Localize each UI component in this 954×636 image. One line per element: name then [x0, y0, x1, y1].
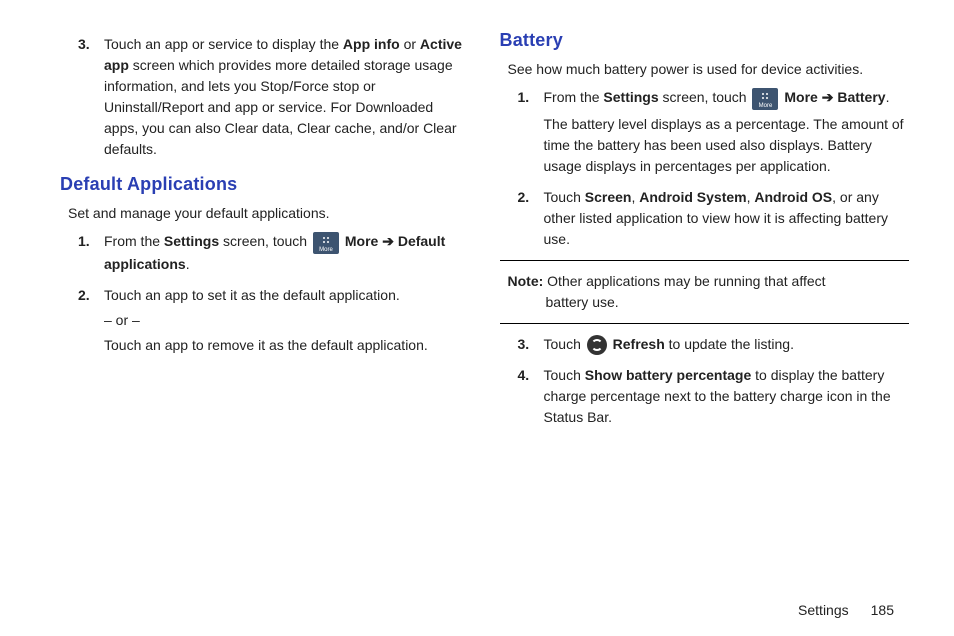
- list-number: 3.: [78, 34, 104, 160]
- divider: [500, 323, 910, 324]
- list-item: 2. Touch an app to set it as the default…: [78, 285, 470, 356]
- list-item: 3. Touch an app or service to display th…: [78, 34, 470, 160]
- list-number: 2.: [518, 187, 544, 250]
- note-text: battery use.: [546, 292, 902, 313]
- list-item: 3. Touch Refresh to update the listing.: [518, 334, 910, 355]
- list-text: Touch Refresh to update the listing.: [544, 334, 910, 355]
- list-text: Touch Screen, Android System, Android OS…: [544, 187, 910, 250]
- list-text: Touch an app to set it as the default ap…: [104, 285, 470, 356]
- list-number: 3.: [518, 334, 544, 355]
- divider: [500, 260, 910, 261]
- refresh-icon: [587, 335, 607, 355]
- page: 3. Touch an app or service to display th…: [0, 0, 954, 636]
- list-number: 1.: [518, 87, 544, 176]
- right-column: Battery See how much battery power is us…: [500, 30, 910, 616]
- list-item: 4. Touch Show battery percentage to disp…: [518, 365, 910, 428]
- footer-page-number: 185: [871, 602, 894, 618]
- note-block: Note: Other applications may be running …: [508, 271, 902, 313]
- section-heading-default-applications: Default Applications: [60, 174, 470, 195]
- left-column: 3. Touch an app or service to display th…: [60, 30, 470, 616]
- note-label: Note:: [508, 273, 544, 289]
- section-description: See how much battery power is used for d…: [508, 59, 910, 79]
- list-text: Touch an app or service to display the A…: [104, 34, 470, 160]
- section-heading-battery: Battery: [500, 30, 910, 51]
- more-icon: [752, 88, 778, 110]
- list-text: From the Settings screen, touch More ➔ B…: [544, 87, 910, 176]
- list-text: Touch Show battery percentage to display…: [544, 365, 910, 428]
- more-icon: [313, 232, 339, 254]
- note-text: Other applications may be running that a…: [543, 273, 825, 289]
- list-number: 2.: [78, 285, 104, 356]
- list-item: 1. From the Settings screen, touch More …: [78, 231, 470, 274]
- page-footer: Settings 185: [798, 602, 894, 618]
- list-item: 2. Touch Screen, Android System, Android…: [518, 187, 910, 250]
- section-description: Set and manage your default applications…: [68, 203, 470, 223]
- list-number: 4.: [518, 365, 544, 428]
- list-text: From the Settings screen, touch More ➔ D…: [104, 231, 470, 274]
- list-number: 1.: [78, 231, 104, 274]
- footer-section: Settings: [798, 602, 849, 618]
- list-item: 1. From the Settings screen, touch More …: [518, 87, 910, 176]
